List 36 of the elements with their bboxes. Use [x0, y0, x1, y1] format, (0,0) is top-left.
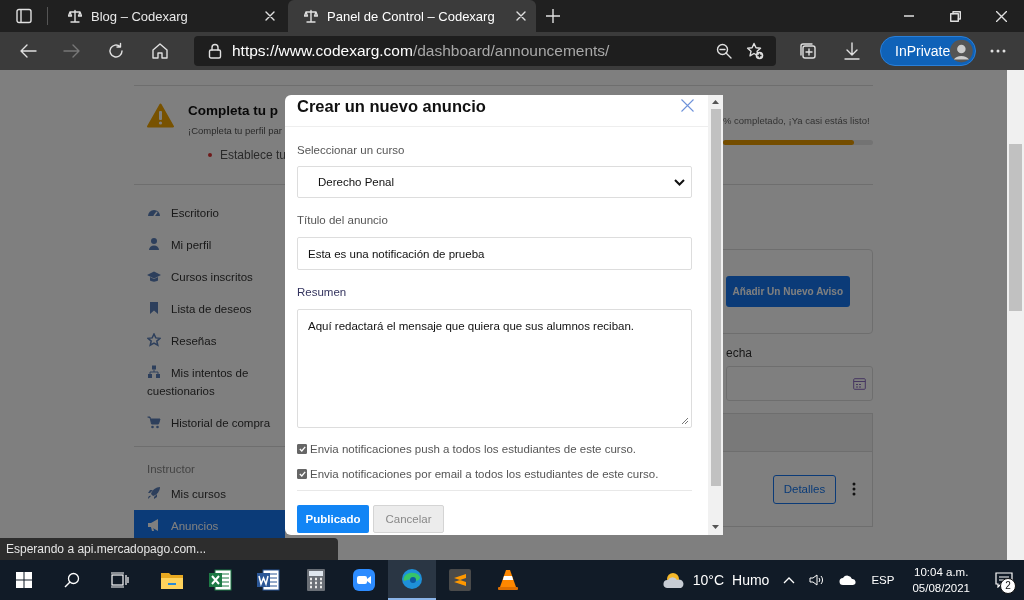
notification-count: 2 — [1000, 578, 1016, 594]
sidebar-item[interactable]: Cursos inscritos — [134, 261, 285, 293]
sidebar-item[interactable]: Escritorio — [134, 197, 285, 229]
clock-date[interactable]: 05/08/2021 — [912, 580, 970, 596]
notice-message: ¡Completa tu perfil par — [188, 125, 283, 136]
checkbox-label: Envia notificaciones por email a todos los estudiantes de este curso. — [310, 467, 659, 482]
progress-text: % completado, ¡Ya casi estás listo! — [723, 115, 871, 126]
language-indicator[interactable]: ESP — [871, 574, 895, 586]
notice-title: Completa tu p — [188, 103, 279, 119]
weather-text[interactable]: Humo — [732, 572, 770, 588]
field-label: Título del anuncio — [297, 213, 389, 228]
status-tooltip: Esperando a api.mercadopago.com... — [0, 538, 338, 560]
sidebar-item[interactable]: Reseñas — [134, 325, 285, 357]
sidebar-item[interactable]: Historial de compra — [134, 407, 285, 439]
url-text[interactable]: https://www.codexarg.com/dashboard/announcements/ — [232, 42, 706, 60]
checkbox-label: Envia notificaciones push a todos los estudiantes de este curso. — [310, 442, 637, 457]
sidebar-item[interactable]: Mis cursos — [134, 478, 285, 510]
sidebar-item[interactable]: Mis intentos de cuestionarios — [134, 357, 285, 407]
clock-time[interactable]: 10:04 a.m. — [914, 564, 969, 580]
notice-item: Establece tu — [220, 148, 287, 162]
publish-button[interactable]: Publicado — [297, 505, 369, 533]
cancel-button[interactable]: Cancelar — [373, 505, 444, 533]
inprivate-button[interactable]: InPrivate — [880, 36, 976, 66]
sidebar-item[interactable]: Lista de deseos — [134, 293, 285, 325]
summary-field[interactable]: Aquí redactará el mensaje que quiera que sus alumnos reciban. — [297, 309, 692, 428]
sidebar-item[interactable]: Mi perfil — [134, 229, 285, 261]
title-field[interactable]: Esta es una notificación de prueba — [297, 237, 692, 270]
browser-tab[interactable]: Blog – Codexarg — [52, 0, 285, 32]
modal-title: Crear un nuevo anuncio — [297, 96, 486, 117]
date-label: echa — [726, 346, 754, 360]
browser-tab[interactable]: Panel de Control – Codexarg — [288, 0, 536, 32]
field-label: Seleccionar un curso — [297, 143, 406, 158]
course-select[interactable]: Derecho Penal — [297, 166, 692, 198]
temperature-text[interactable]: 10°C — [692, 572, 725, 588]
field-label: Resumen — [297, 285, 348, 300]
address-bar[interactable]: https://www.codexarg.com/dashboard/announcements/ — [194, 36, 776, 66]
